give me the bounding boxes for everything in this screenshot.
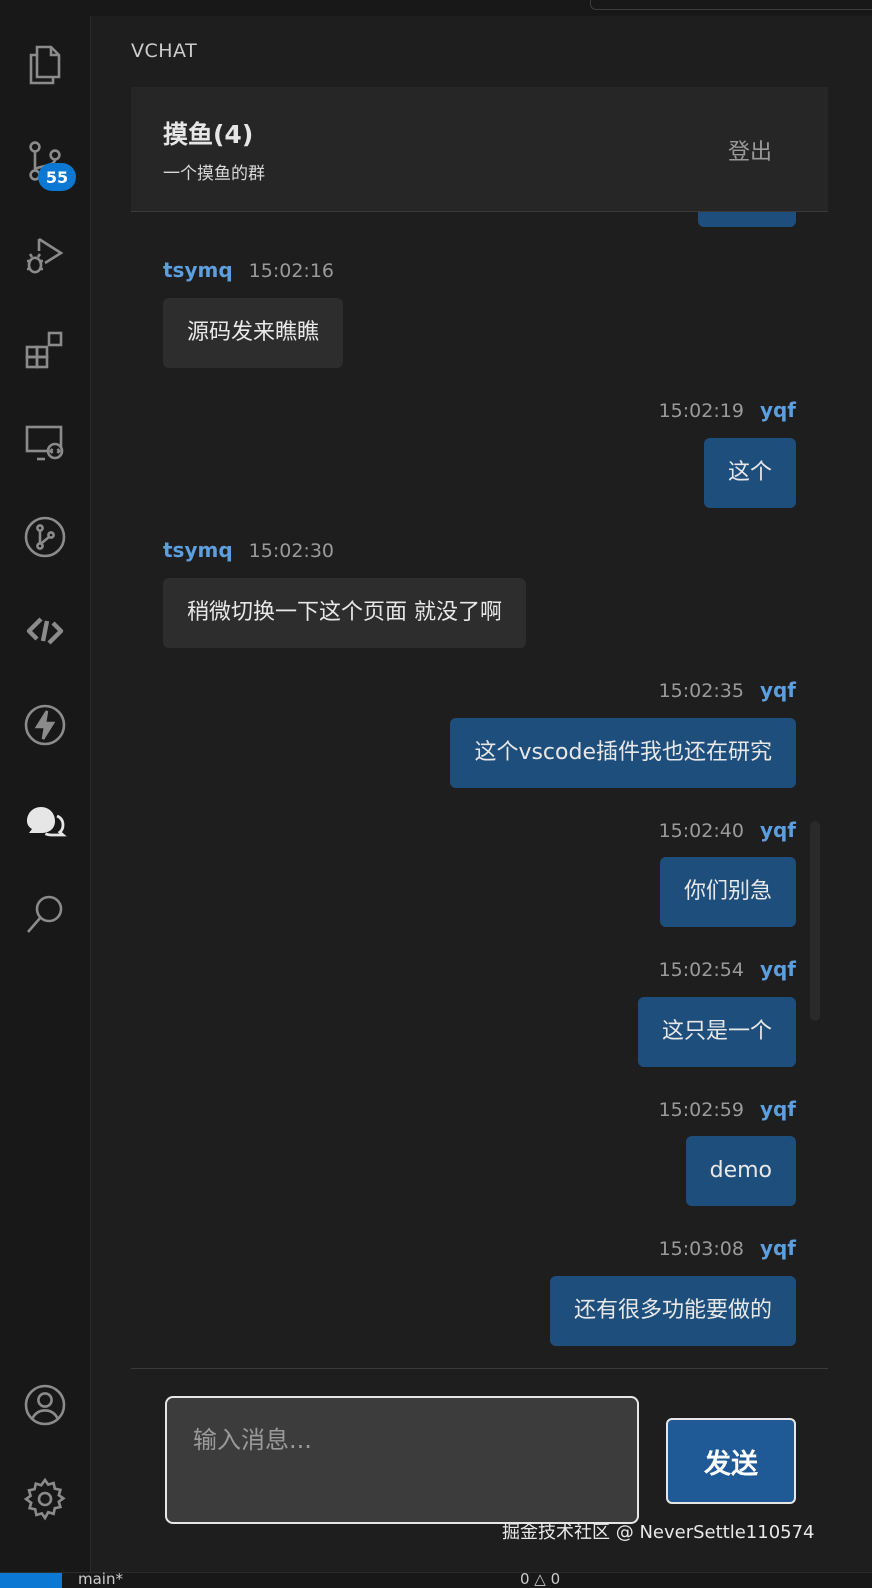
message-time: 15:02:16 (248, 260, 335, 282)
group-description: 一个摸鱼的群 (163, 164, 265, 184)
message-list[interactable]: tsymq 15:02:16 源码发来瞧瞧 15:02:19 yqf 这个 ts… (131, 211, 828, 1368)
live-share-icon[interactable] (18, 604, 72, 658)
source-control-badge: 55 (38, 163, 76, 191)
message-time: 15:02:40 (658, 820, 744, 842)
message-meta: 15:03:08 yqf (659, 1236, 796, 1260)
message-user: yqf (759, 957, 796, 981)
message-time: 15:02:19 (658, 400, 744, 422)
group-header: 摸鱼(4) 一个摸鱼的群 登出 (131, 87, 828, 212)
message-bubble: 这个vscode插件我也还在研究 (450, 718, 796, 788)
message-meta: 15:02:59 yqf (659, 1097, 796, 1121)
message-meta: 15:02:19 yqf (659, 398, 796, 422)
message-bubble: 这个 (703, 438, 796, 508)
command-center[interactable] (590, 0, 872, 10)
message-bubble-partial (698, 211, 796, 227)
message-user: tsymq (163, 258, 233, 282)
vchat-panel: VCHAT 摸鱼(4) 一个摸鱼的群 登出 tsymq 15:02:16 源码发… (91, 16, 872, 1573)
message-time: 15:03:08 (658, 1238, 744, 1260)
message-bubble: 源码发来瞧瞧 (163, 298, 344, 368)
panel-title: VCHAT (131, 40, 198, 62)
message-user: yqf (759, 398, 796, 422)
vscode-window: 55 VCHAT 摸鱼(4) 一个摸鱼的群 登出 tsymq 15:02:16 … (0, 0, 872, 1588)
watermark: 掘金技术社区 @ NeverSettle110574 (502, 1522, 815, 1543)
message-bubble: demo (685, 1136, 796, 1206)
thunder-client-icon[interactable] (18, 698, 72, 752)
search-icon[interactable] (18, 888, 72, 942)
message-user: yqf (759, 1236, 796, 1260)
message-scrollbar[interactable] (810, 821, 820, 1021)
message-meta: 15:02:40 yqf (659, 818, 796, 842)
group-name: 摸鱼(4) (163, 120, 254, 149)
send-button[interactable]: 发送 (666, 1418, 796, 1504)
message-time: 15:02:59 (658, 1099, 744, 1121)
status-problems[interactable]: 0 △ 0 (520, 1570, 560, 1588)
activity-bar: 55 (0, 16, 91, 1572)
message-user: yqf (759, 678, 796, 702)
settings-gear-icon[interactable] (18, 1472, 72, 1526)
message-bubble: 你们别急 (659, 857, 796, 927)
remote-explorer-icon[interactable] (18, 416, 72, 470)
message-user: tsymq (163, 538, 233, 562)
logout-button[interactable]: 登出 (728, 134, 772, 166)
git-graph-icon[interactable] (18, 510, 72, 564)
extensions-icon[interactable] (18, 322, 72, 376)
message-time: 15:02:54 (658, 959, 744, 981)
message-bubble: 这只是一个 (637, 997, 796, 1067)
message-time: 15:02:30 (248, 540, 335, 562)
status-branch[interactable]: main* (78, 1570, 123, 1588)
message-bubble: 还有很多功能要做的 (549, 1276, 796, 1346)
account-icon[interactable] (18, 1378, 72, 1432)
message-meta: tsymq 15:02:30 (163, 538, 334, 562)
remote-indicator[interactable] (0, 1573, 62, 1588)
message-bubble: 稍微切换一下这个页面 就没了啊 (163, 578, 526, 648)
message-meta: 15:02:54 yqf (659, 957, 796, 981)
explorer-icon[interactable] (18, 38, 72, 92)
status-bar: main* 0 △ 0 (0, 1570, 872, 1588)
message-user: yqf (759, 1097, 796, 1121)
message-meta: 15:02:35 yqf (659, 678, 796, 702)
message-user: yqf (759, 818, 796, 842)
message-time: 15:02:35 (658, 680, 744, 702)
message-meta: tsymq 15:02:16 (163, 258, 334, 282)
chat-icon[interactable] (18, 794, 72, 848)
message-input[interactable] (165, 1396, 639, 1524)
title-bar (0, 0, 872, 17)
run-debug-icon[interactable] (18, 228, 72, 282)
